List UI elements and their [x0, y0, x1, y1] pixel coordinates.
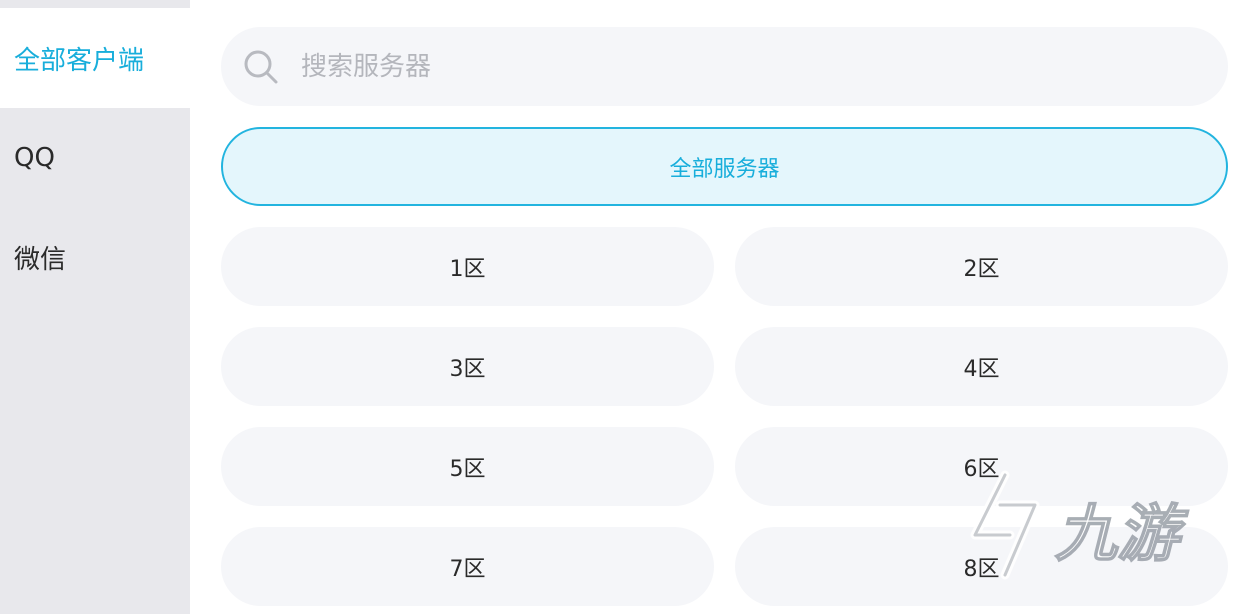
server-label: 3区: [449, 356, 486, 382]
server-grid: 1区 2区 3区 4区 5区 6区 7区 8区: [221, 227, 1228, 606]
sidebar-item-label: 全部客户端: [14, 45, 145, 76]
server-button[interactable]: 2区: [735, 227, 1228, 306]
search-bar[interactable]: [221, 27, 1228, 106]
sidebar-item-all-clients[interactable]: 全部客户端: [0, 8, 190, 108]
server-label: 7区: [449, 556, 486, 582]
sidebar-item-wechat[interactable]: 微信: [0, 207, 190, 307]
server-label: 2区: [963, 256, 1000, 282]
server-label: 4区: [963, 356, 1000, 382]
server-button[interactable]: 8区: [735, 527, 1228, 606]
all-servers-label: 全部服务器: [669, 156, 780, 182]
sidebar-item-label: QQ: [14, 143, 55, 173]
server-button[interactable]: 6区: [735, 427, 1228, 506]
server-label: 1区: [449, 256, 486, 282]
sidebar-item-qq[interactable]: QQ: [0, 108, 190, 208]
sidebar-item-label: 微信: [14, 244, 67, 275]
server-button[interactable]: 7区: [221, 527, 714, 606]
client-sidebar: 全部客户端 QQ 微信: [0, 0, 190, 614]
search-input[interactable]: [299, 50, 1228, 83]
server-button[interactable]: 4区: [735, 327, 1228, 406]
server-label: 6区: [963, 456, 1000, 482]
server-label: 8区: [963, 556, 1000, 582]
server-button[interactable]: 1区: [221, 227, 714, 306]
all-servers-button[interactable]: 全部服务器: [221, 127, 1228, 206]
server-button[interactable]: 3区: [221, 327, 714, 406]
server-label: 5区: [449, 456, 486, 482]
server-button[interactable]: 5区: [221, 427, 714, 506]
search-icon: [244, 50, 278, 83]
